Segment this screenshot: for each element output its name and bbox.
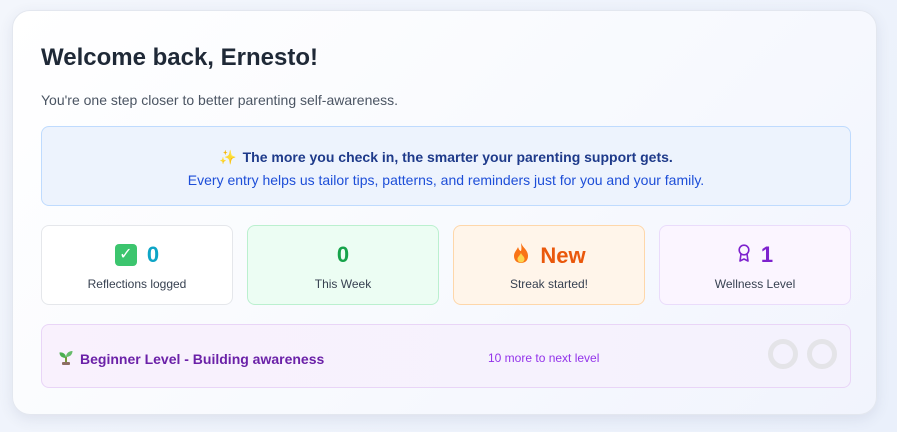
next-level-text: 10 more to next level	[488, 351, 600, 365]
stat-label: This Week	[314, 277, 372, 291]
stat-card-this-week: 0 This Week	[247, 225, 439, 305]
seedling-icon	[58, 349, 74, 368]
fire-icon	[512, 242, 530, 270]
stat-label: Wellness Level	[714, 277, 796, 291]
sparkles-icon: ✨	[219, 149, 237, 165]
stat-value: 1	[760, 242, 774, 267]
banner-body: Every entry helps us tailor tips, patter…	[187, 172, 705, 188]
stats-row: ✓ 0 Reflections logged 0 This Week New S…	[41, 225, 851, 305]
info-banner: ✨ The more you check in, the smarter your…	[41, 126, 851, 206]
stat-card-reflections: ✓ 0 Reflections logged	[41, 225, 233, 305]
checkmark-box-icon: ✓	[114, 244, 137, 266]
award-ribbon-icon	[737, 242, 751, 268]
stat-card-streak: New Streak started!	[453, 225, 645, 305]
welcome-card: Welcome back, Ernesto! You're one step c…	[12, 10, 877, 415]
progress-dot	[768, 339, 798, 369]
stat-card-wellness-level: 1 Wellness Level	[659, 225, 851, 305]
page-title: Welcome back, Ernesto!	[41, 44, 318, 71]
level-title: Beginner Level - Building awareness	[80, 350, 325, 367]
level-progress-panel: Beginner Level - Building awareness 10 m…	[41, 324, 851, 388]
stat-value: 0	[336, 242, 350, 267]
banner-headline-row: ✨ The more you check in, the smarter your…	[42, 149, 850, 166]
banner-headline: The more you check in, the smarter your …	[242, 149, 673, 165]
progress-dot	[807, 339, 837, 369]
stat-label: Streak started!	[509, 277, 589, 291]
page-subtitle: You're one step closer to better parenti…	[41, 92, 399, 108]
stat-value: 0	[146, 242, 160, 267]
stat-label: Reflections logged	[87, 277, 187, 291]
level-title-row: Beginner Level - Building awareness	[58, 349, 324, 368]
stat-value: New	[540, 243, 586, 268]
